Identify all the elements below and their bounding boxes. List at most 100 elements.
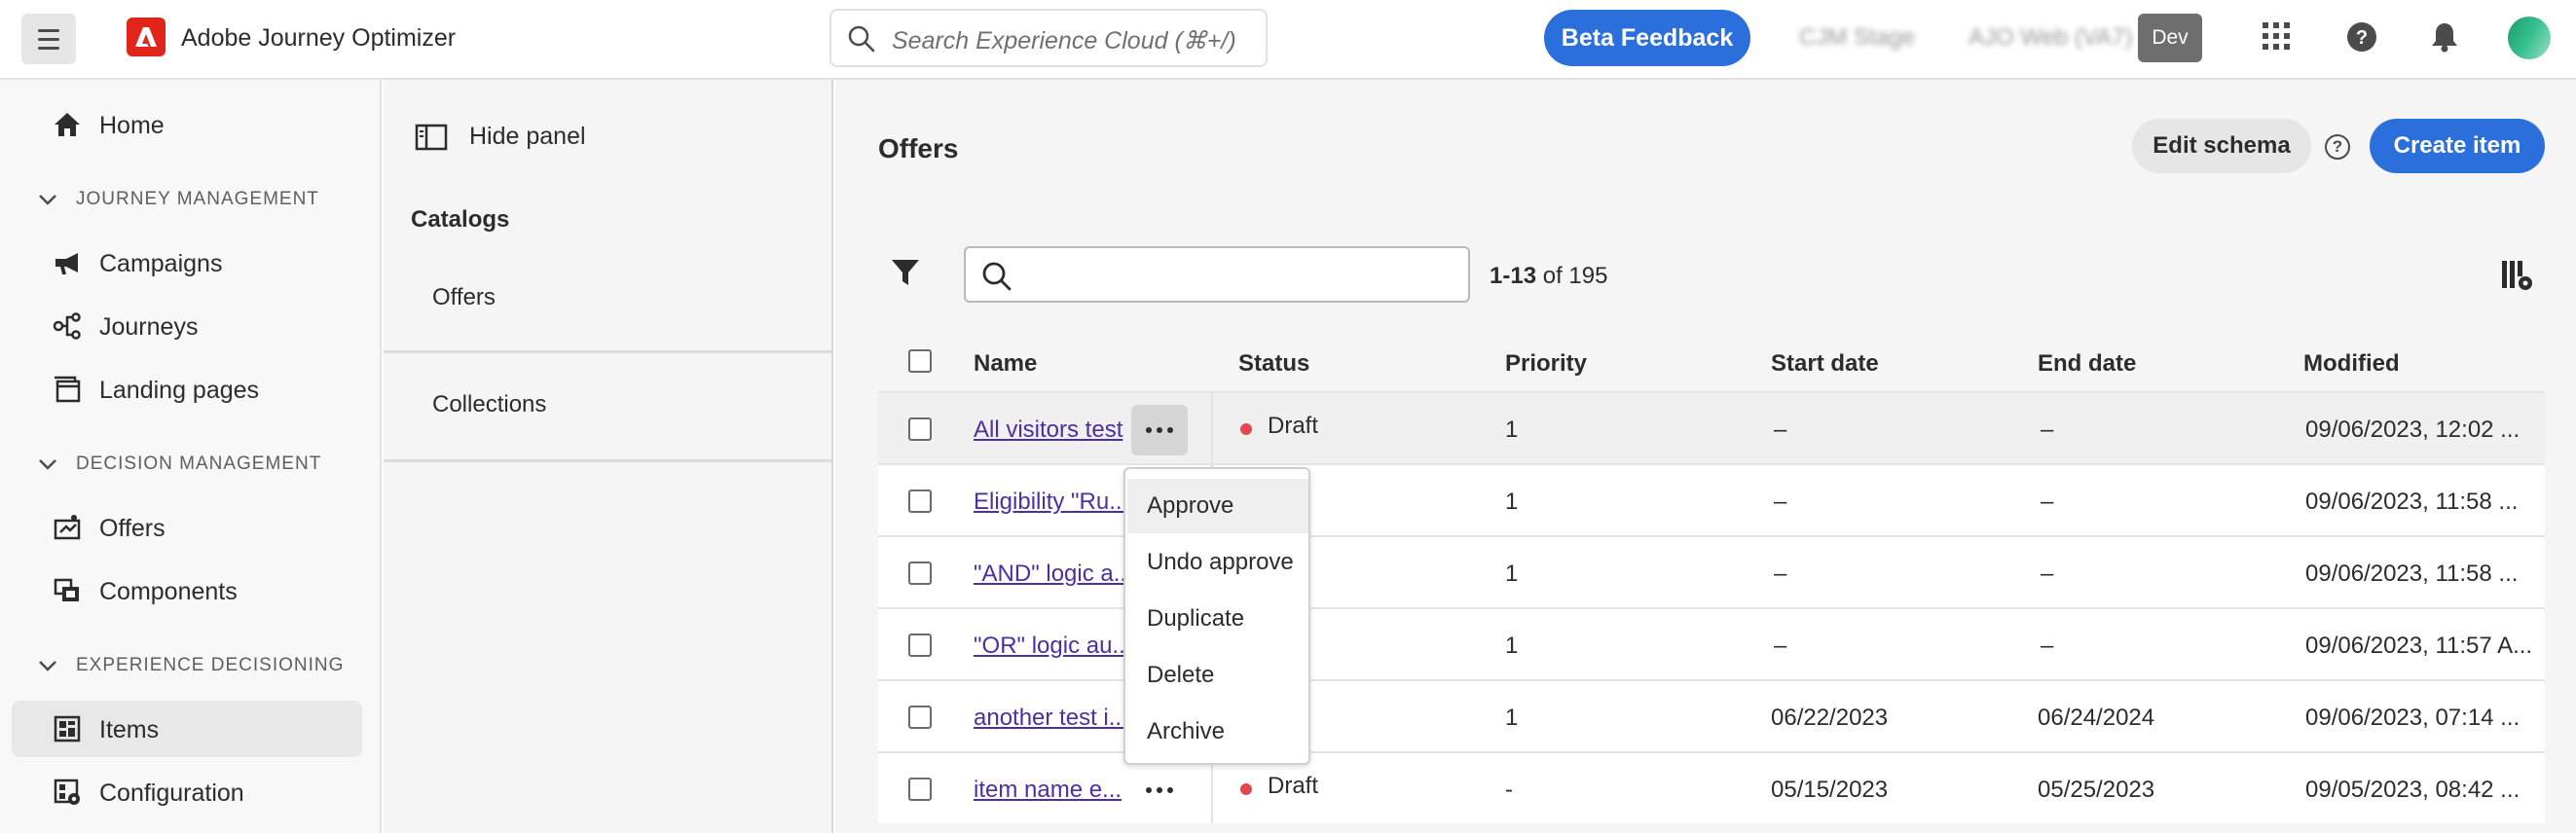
section-title: JOURNEY MANAGEMENT (76, 189, 319, 209)
row-checkbox[interactable] (908, 778, 932, 801)
items-icon (54, 715, 81, 742)
end-date-cell: 06/24/2024 (2038, 705, 2155, 731)
nav-item-landing-pages[interactable]: Landing pages (12, 361, 362, 417)
nav-label: Configuration (99, 779, 244, 807)
end-date-cell: 05/25/2023 (2038, 777, 2155, 803)
menu-item-approve[interactable]: Approve (1127, 479, 1308, 533)
nav-item-campaigns[interactable]: Campaigns (12, 235, 362, 291)
global-search-input[interactable]: Search Experience Cloud (⌘+/) (829, 9, 1268, 67)
menu-item-archive[interactable]: Archive (1127, 705, 1308, 759)
nav-item-configuration[interactable]: Configuration (12, 764, 362, 820)
status-dot (1240, 423, 1252, 435)
components-icon (54, 578, 79, 601)
table-row[interactable]: All visitors test Draft 1 – – 09/06/2023… (878, 391, 2545, 463)
apps-grid-icon[interactable] (2262, 21, 2291, 51)
priority-cell: 1 (1505, 705, 1519, 731)
search-icon (848, 25, 875, 53)
create-item-button[interactable]: Create item (2370, 119, 2545, 173)
section-title: DECISION MANAGEMENT (76, 453, 322, 474)
catalogs-heading: Catalogs (411, 206, 510, 233)
left-nav: Home JOURNEY MANAGEMENT Campaigns Journe… (0, 80, 382, 833)
row-checkbox[interactable] (908, 417, 932, 441)
more-actions-button[interactable] (1131, 405, 1188, 455)
search-placeholder: Search Experience Cloud (⌘+/) (892, 27, 1236, 54)
item-name-link[interactable]: "AND" logic a... (974, 561, 1133, 588)
nav-item-offers[interactable]: Offers (12, 499, 362, 556)
section-decision-management[interactable]: DECISION MANAGEMENT (37, 453, 321, 475)
menu-item-undo-approve[interactable]: Undo approve (1127, 535, 1308, 590)
item-name-link[interactable]: Eligibility "Ru... (974, 489, 1128, 516)
svg-text:?: ? (2356, 27, 2368, 49)
org-switcher[interactable]: CJM Stage (1799, 24, 1915, 52)
nav-label: Offers (99, 515, 166, 542)
menu-item-duplicate[interactable]: Duplicate (1127, 592, 1308, 646)
status-label: Draft (1268, 773, 1319, 799)
row-checkbox[interactable] (908, 489, 932, 513)
count-range: 1-13 (1490, 263, 1537, 289)
page-title: Offers (878, 133, 959, 163)
menu-icon[interactable] (21, 14, 76, 64)
help-icon[interactable]: ? (2346, 21, 2377, 53)
row-checkbox[interactable] (908, 561, 932, 585)
column-header-start-date[interactable]: Start date (1771, 350, 1879, 378)
nav-item-items[interactable]: Items (12, 701, 362, 757)
row-checkbox[interactable] (908, 706, 932, 729)
home-icon (55, 113, 80, 136)
divider (384, 459, 831, 462)
row-checkbox[interactable] (908, 634, 932, 657)
column-header-modified[interactable]: Modified (2303, 350, 2400, 378)
priority-cell: 1 (1505, 489, 1519, 515)
hide-panel-button[interactable]: Hide panel (415, 123, 586, 151)
avatar[interactable] (2508, 17, 2551, 59)
divider (1211, 393, 1213, 463)
status-label: Draft (1268, 413, 1319, 439)
column-header-end-date[interactable]: End date (2038, 350, 2136, 378)
journey-icon (53, 312, 81, 340)
chevron-down-icon (39, 661, 56, 671)
hide-panel-label: Hide panel (469, 123, 586, 150)
modified-cell: 09/05/2023, 08:42 ... (2305, 777, 2521, 803)
panel-link-collections[interactable]: Collections (432, 391, 546, 418)
column-settings-icon[interactable] (2500, 259, 2533, 292)
modified-cell: 09/06/2023, 11:58 ... (2305, 489, 2519, 515)
megaphone-icon (55, 253, 78, 274)
item-name-link[interactable]: "OR" logic au... (974, 633, 1131, 660)
start-date-cell: 05/15/2023 (1771, 777, 1889, 803)
nav-item-components[interactable]: Components (12, 562, 362, 619)
item-name-link[interactable]: another test i... (974, 705, 1128, 732)
nav-item-journeys[interactable]: Journeys (12, 298, 362, 354)
item-name-link[interactable]: item name e... (974, 777, 1122, 804)
beta-feedback-button[interactable]: Beta Feedback (1544, 10, 1750, 66)
nav-label: Home (99, 112, 165, 139)
select-all-checkbox[interactable] (908, 349, 932, 373)
section-title: EXPERIENCE DECISIONING (76, 655, 345, 675)
status-dot (1240, 783, 1252, 795)
chevron-down-icon (39, 459, 56, 470)
column-header-name[interactable]: Name (974, 350, 1037, 378)
nav-item-home[interactable]: Home (12, 96, 362, 153)
column-header-priority[interactable]: Priority (1505, 350, 1587, 378)
item-name-link[interactable]: All visitors test (974, 416, 1122, 444)
section-journey-management[interactable]: JOURNEY MANAGEMENT (37, 189, 319, 210)
adobe-logo[interactable] (127, 18, 166, 56)
bell-icon[interactable] (2430, 21, 2459, 53)
count-total: of 195 (1542, 263, 1608, 289)
end-date-cell: – (2041, 489, 2054, 515)
app-title[interactable]: Adobe Journey Optimizer (181, 24, 456, 53)
edit-schema-button[interactable]: Edit schema (2132, 119, 2311, 173)
filter-icon[interactable] (890, 257, 921, 288)
menu-item-delete[interactable]: Delete (1127, 648, 1308, 703)
end-date-cell: – (2041, 416, 2054, 443)
sandbox-switcher[interactable]: AJO Web (VA7) (1969, 24, 2133, 52)
column-header-status[interactable]: Status (1238, 350, 1309, 378)
table-search-input[interactable] (964, 246, 1470, 303)
panel-link-offers[interactable]: Offers (432, 284, 496, 311)
main-content: Offers Edit schema ? Create item 1-13 of… (835, 80, 2576, 833)
nav-label: Journeys (99, 313, 199, 341)
section-experience-decisioning[interactable]: EXPERIENCE DECISIONING (37, 655, 344, 676)
nav-label: Campaigns (99, 250, 223, 277)
modified-cell: 09/06/2023, 11:57 A... (2305, 633, 2533, 659)
panel-icon (415, 124, 448, 150)
more-actions-button[interactable] (1131, 765, 1188, 815)
help-icon[interactable]: ? (2325, 134, 2350, 160)
